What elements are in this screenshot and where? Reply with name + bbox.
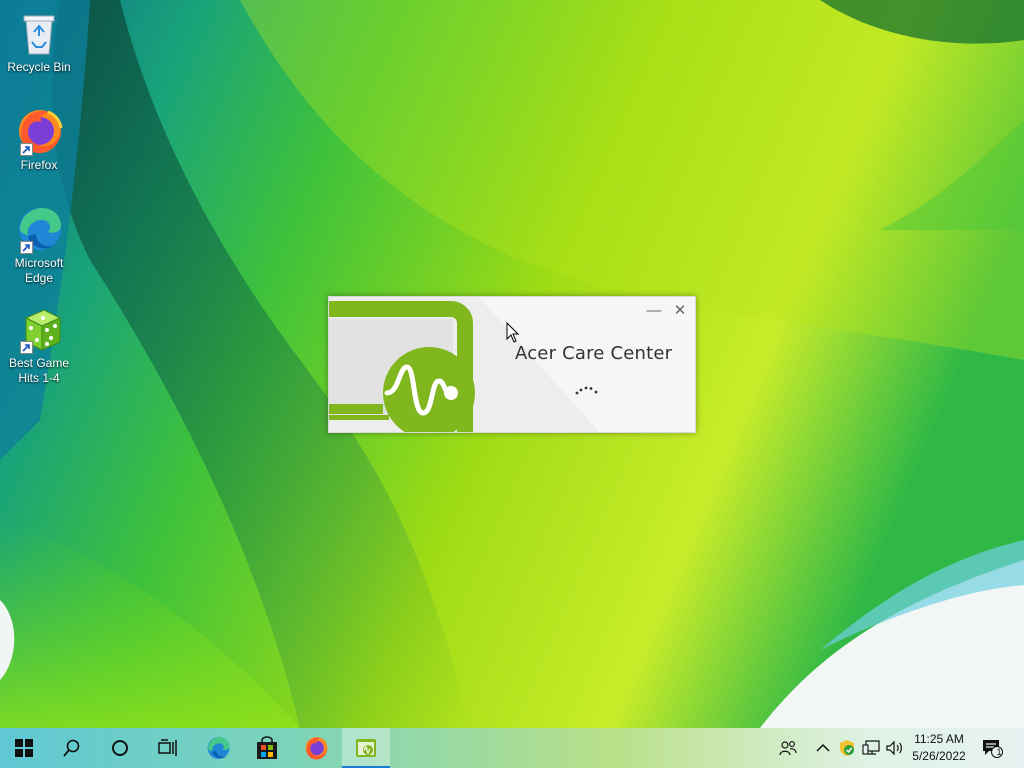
firefox-taskbar-button[interactable] [292,728,340,768]
store-taskbar-button[interactable] [243,728,291,768]
security-tray-button[interactable] [836,728,858,768]
acer-care-center-logo-art [329,297,695,432]
task-view-icon [158,739,177,756]
show-hidden-icons-button[interactable] [812,728,834,768]
minimize-button[interactable]: — [643,301,665,321]
acer-care-center-icon [356,739,376,757]
notification-count-badge: 1 [996,747,1002,757]
shortcut-arrow-icon [20,143,33,156]
recycle-bin-icon [14,8,64,58]
task-view-button[interactable] [144,728,192,768]
cortana-button[interactable] [96,728,144,768]
shortcut-arrow-icon [20,241,33,254]
desktop-icon-firefox[interactable]: Firefox [4,106,74,173]
firefox-icon [14,106,64,156]
taskbar: 11:25 AM 5/26/2022 1 [0,728,1024,768]
close-button[interactable]: ✕ [669,301,691,321]
start-button[interactable] [0,728,48,768]
firefox-label: Firefox [20,158,58,172]
network-icon [862,740,880,755]
clock-time: 11:25 AM [914,732,964,746]
loading-spinner-icon [575,386,598,395]
action-center-button[interactable]: 1 [978,728,1006,768]
security-icon [840,740,854,756]
recycle-bin-label: Recycle Bin [7,60,71,74]
store-icon [257,736,277,759]
network-tray-button[interactable] [860,728,882,768]
cortana-circle-icon [112,740,128,756]
search-icon [63,739,80,757]
acer-care-center-taskbar-button[interactable] [342,728,390,768]
desktop-icon-best-game-hits[interactable]: Best Game Hits 1-4 [4,304,74,386]
shortcut-arrow-icon [20,341,33,354]
windows-logo-icon [15,739,33,757]
clock-date: 5/26/2022 [912,749,966,763]
search-button[interactable] [48,728,96,768]
microsoft-edge-label: Microsoft Edge [14,256,64,285]
best-game-hits-label: Best Game Hits 1-4 [8,356,70,385]
game-dice-icon [14,304,64,354]
volume-tray-button[interactable] [884,728,906,768]
desktop-icon-recycle-bin[interactable]: Recycle Bin [4,8,74,75]
people-button[interactable] [776,728,800,768]
mouse-pointer-icon [506,322,520,343]
volume-icon [886,740,902,756]
splash-title: Acer Care Center [515,343,673,364]
edge-icon [14,204,64,254]
desktop-icon-microsoft-edge[interactable]: Microsoft Edge [4,204,74,286]
chevron-up-icon [816,743,830,752]
people-icon [779,741,797,756]
edge-icon [207,737,230,759]
taskbar-clock[interactable]: 11:25 AM 5/26/2022 [906,731,972,765]
edge-taskbar-button[interactable] [194,728,242,768]
firefox-icon [305,737,328,760]
acer-care-center-splash-window: — ✕ Acer Care Center [328,296,696,433]
